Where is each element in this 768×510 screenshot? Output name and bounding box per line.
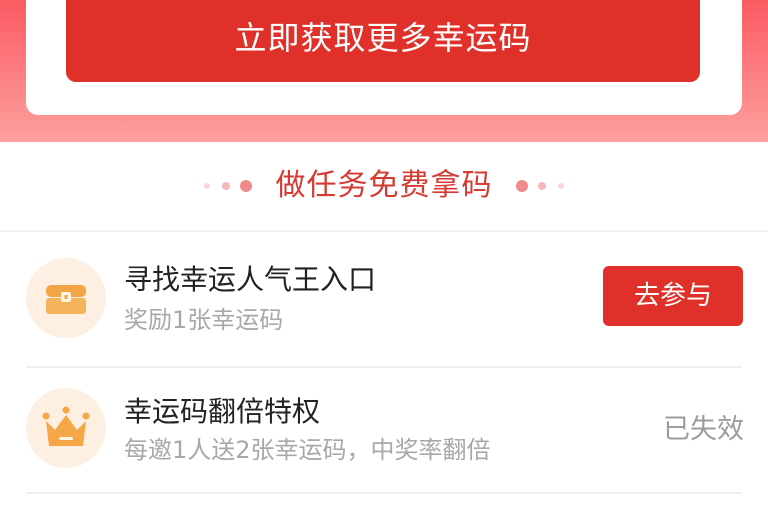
get-more-lucky-codes-button[interactable]: 立即获取更多幸运码 [66, 0, 700, 82]
banner-card: 立即获取更多幸运码 [26, 0, 742, 115]
section-title: 做任务免费拿码 [275, 168, 493, 203]
section-header: 做任务免费拿码 [0, 142, 768, 230]
decor-dot [538, 182, 546, 190]
task-icon-circle [26, 388, 106, 468]
task-subtitle: 每邀1人送2张幸运码，中奖率翻倍 [124, 436, 491, 464]
task-title: 寻找幸运人气王入口 [124, 263, 377, 296]
task-icon-circle [26, 258, 106, 338]
task-status-expired: 已失效 [663, 414, 744, 445]
decor-dot [558, 183, 564, 189]
section-divider [0, 230, 768, 232]
decor-dot [516, 180, 528, 192]
row-divider [26, 492, 742, 494]
task-row-lucky-code-double: 幸运码翻倍特权 每邀1人送2张幸运码，中奖率翻倍 已失效 [0, 368, 768, 496]
task-subtitle: 奖励1张幸运码 [124, 306, 284, 334]
task-row-find-popular-king: 寻找幸运人气王入口 奖励1张幸运码 去参与 [0, 234, 768, 362]
join-task-button[interactable]: 去参与 [603, 266, 743, 326]
crown-icon [42, 406, 90, 446]
task-title: 幸运码翻倍特权 [124, 395, 321, 428]
treasure-chest-icon [46, 285, 86, 314]
